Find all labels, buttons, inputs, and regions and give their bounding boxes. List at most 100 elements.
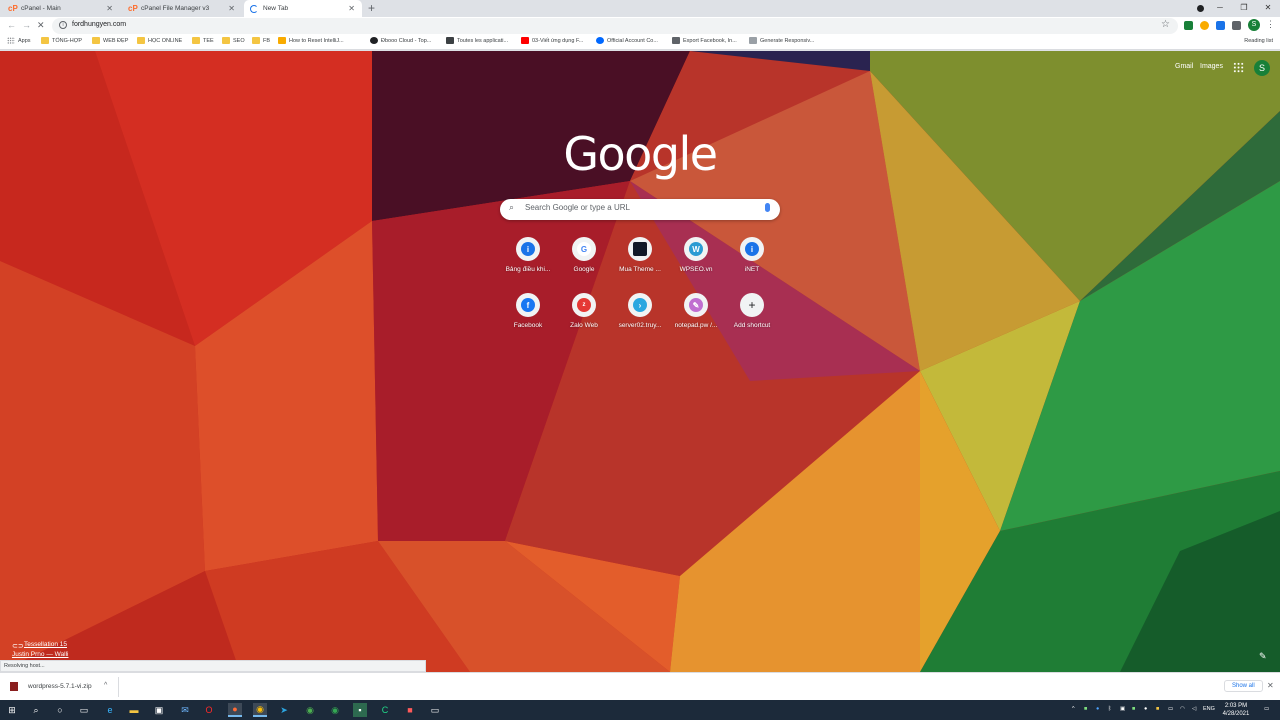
edge-icon[interactable]: e xyxy=(103,703,117,717)
background-author-link[interactable]: Justin Prno — Walli xyxy=(12,651,68,658)
google-icon: G xyxy=(577,242,591,256)
chrome-icon[interactable]: ◉ xyxy=(253,703,267,717)
images-link[interactable]: Images xyxy=(1200,63,1223,70)
microphone-icon[interactable] xyxy=(765,203,770,212)
maximize-icon[interactable]: ❐ xyxy=(1232,0,1256,17)
tray-icon[interactable]: ● xyxy=(1144,706,1147,712)
task-view-icon[interactable]: ▭ xyxy=(77,703,91,717)
bookmark-link[interactable]: How to Reset IntelliJ... xyxy=(278,37,344,44)
app-red-icon[interactable]: ■ xyxy=(403,703,417,717)
file-explorer-icon[interactable]: ▬ xyxy=(127,703,141,717)
menu-kebab-icon[interactable]: ⋮ xyxy=(1266,19,1275,30)
bookmark-link[interactable]: 03-Viết ứng dụng F... xyxy=(521,37,583,44)
new-tab-page: Gmail Images S Google ⌕ i Bảng điều khi.… xyxy=(0,51,1280,672)
tab-cpanel-main[interactable]: cP cPanel - Main ✕ xyxy=(2,0,120,17)
tray-app-icon[interactable]: ■ xyxy=(1132,706,1135,712)
clion-icon[interactable]: C xyxy=(378,703,392,717)
gmail-link[interactable]: Gmail xyxy=(1175,63,1193,70)
chrome-dev-icon[interactable]: ◉ xyxy=(303,703,317,717)
google-apps-icon[interactable] xyxy=(1233,62,1244,73)
bookmark-label: Official Account Co... xyxy=(607,37,658,44)
bookmark-link[interactable]: Toutes les applicati... xyxy=(446,37,508,44)
notifications-icon[interactable]: ▭ xyxy=(1264,706,1269,712)
back-arrow-icon[interactable]: ← xyxy=(7,20,16,30)
shortcut-tile[interactable]: G Google xyxy=(556,237,612,273)
stop-loading-icon[interactable]: ✕ xyxy=(37,20,45,31)
shortcut-label: iNET xyxy=(744,266,760,273)
bookmark-link[interactable]: Export Facebook, In... xyxy=(672,37,737,44)
tray-app-icon[interactable]: ■ xyxy=(1084,706,1087,712)
app-icon[interactable]: ▪ xyxy=(353,703,367,717)
minimize-icon[interactable]: ─ xyxy=(1208,0,1232,17)
extension-blue-icon[interactable] xyxy=(1216,21,1225,30)
bookmark-link[interactable]: Đbooo Cloud - Top... xyxy=(370,37,431,44)
close-shelf-icon[interactable]: ✕ xyxy=(1267,681,1274,690)
search-input[interactable] xyxy=(525,203,745,212)
terminal-icon[interactable]: ▭ xyxy=(428,703,442,717)
tray-skype-icon[interactable]: ● xyxy=(1096,706,1099,712)
tray-chevron-icon[interactable]: ^ xyxy=(1072,706,1075,712)
chrome-canary-icon[interactable]: ● xyxy=(228,703,242,717)
telegram-icon[interactable]: ➤ xyxy=(277,703,291,717)
url-text[interactable]: fordhungyen.com xyxy=(72,21,126,28)
close-icon[interactable]: ✕ xyxy=(228,4,235,13)
taskbar-clock[interactable]: 2:03 PM 4/28/2021 xyxy=(1216,702,1256,718)
shortcut-tile[interactable]: Mua Theme ... xyxy=(612,237,668,273)
cortana-icon[interactable]: ○ xyxy=(53,703,67,717)
bookmark-folder[interactable]: TEE xyxy=(192,37,214,44)
bookmark-link[interactable]: Official Account Co... xyxy=(596,37,658,44)
extension-green-icon[interactable] xyxy=(1184,21,1193,30)
tray-icon[interactable]: ▣ xyxy=(1120,706,1125,712)
window-close-icon[interactable]: ✕ xyxy=(1256,0,1280,17)
store-icon[interactable]: ▣ xyxy=(152,703,166,717)
tab-new-tab[interactable]: New Tab ✕ xyxy=(244,0,362,17)
chrome-beta-icon[interactable]: ◉ xyxy=(328,703,342,717)
bookmark-folder[interactable]: HỌC ONLINE xyxy=(137,37,182,44)
extensions-puzzle-icon[interactable] xyxy=(1232,21,1241,30)
search-box[interactable]: ⌕ xyxy=(500,199,780,220)
extension-yellow-icon[interactable] xyxy=(1200,21,1209,30)
bookmark-folder[interactable]: SEO xyxy=(222,37,245,44)
account-avatar[interactable]: S xyxy=(1254,60,1270,76)
windows-start-icon[interactable]: ⊞ xyxy=(5,703,19,717)
bookmark-apps[interactable]: Apps xyxy=(7,37,31,44)
add-shortcut-tile[interactable]: + Add shortcut xyxy=(724,293,780,329)
shortcut-tile[interactable]: i iNET xyxy=(724,237,780,273)
customize-pencil-icon[interactable]: ✎ xyxy=(1259,651,1267,662)
tab-cpanel-file-manager[interactable]: cP cPanel File Manager v3 ✕ xyxy=(122,0,242,17)
bookmark-folder[interactable]: WEB ĐẸP xyxy=(92,37,128,44)
language-indicator[interactable]: ENG xyxy=(1203,706,1215,712)
shortcut-tile[interactable]: › server02.truy... xyxy=(612,293,668,329)
opera-icon[interactable]: O xyxy=(202,703,216,717)
wifi-icon[interactable]: ◠ xyxy=(1180,706,1185,712)
show-all-button[interactable]: Show all xyxy=(1224,680,1263,692)
search-icon[interactable]: ⌕ xyxy=(29,703,43,717)
bluetooth-icon[interactable]: ᛒ xyxy=(1108,706,1111,712)
record-icon[interactable] xyxy=(1197,5,1204,12)
bookmark-star-icon[interactable]: ☆ xyxy=(1161,19,1170,30)
volume-icon[interactable]: ◁ xyxy=(1192,706,1196,712)
site-info-icon[interactable]: i xyxy=(59,21,67,29)
network-icon[interactable]: ▭ xyxy=(1168,706,1173,712)
bookmark-folder[interactable]: FB xyxy=(252,37,270,44)
shortcut-tile[interactable]: i Bảng điều khi... xyxy=(500,237,556,273)
profile-avatar[interactable]: S xyxy=(1248,19,1260,31)
forward-arrow-icon[interactable]: → xyxy=(22,20,31,30)
reading-list[interactable]: Reading list xyxy=(1244,38,1273,44)
mail-icon[interactable]: ✉ xyxy=(178,703,192,717)
shortcut-tile[interactable]: z Zalo Web xyxy=(556,293,612,329)
bookmark-folder[interactable]: TỔNG-HỢP xyxy=(41,37,82,44)
bookmark-label: TEE xyxy=(203,37,214,44)
new-tab-plus-icon[interactable]: + xyxy=(368,1,375,15)
download-item[interactable]: wordpress-5.7.1-vi.zip xyxy=(10,682,92,691)
close-icon[interactable]: ✕ xyxy=(348,4,355,13)
close-icon[interactable]: ✕ xyxy=(106,4,113,13)
omnibox[interactable]: i fordhungyen.com ☆ xyxy=(52,18,1178,34)
bookmark-link[interactable]: Generate Responsiv... xyxy=(749,37,814,44)
shortcut-tile[interactable]: ✎ notepad.pw /... xyxy=(668,293,724,329)
chevron-up-icon[interactable]: ^ xyxy=(104,682,107,689)
background-title-link[interactable]: Tessellation 15 xyxy=(24,641,67,648)
tray-folder-icon[interactable]: ■ xyxy=(1156,706,1159,712)
shortcut-tile[interactable]: f Facebook xyxy=(500,293,556,329)
shortcut-tile[interactable]: W WPSEO.vn xyxy=(668,237,724,273)
